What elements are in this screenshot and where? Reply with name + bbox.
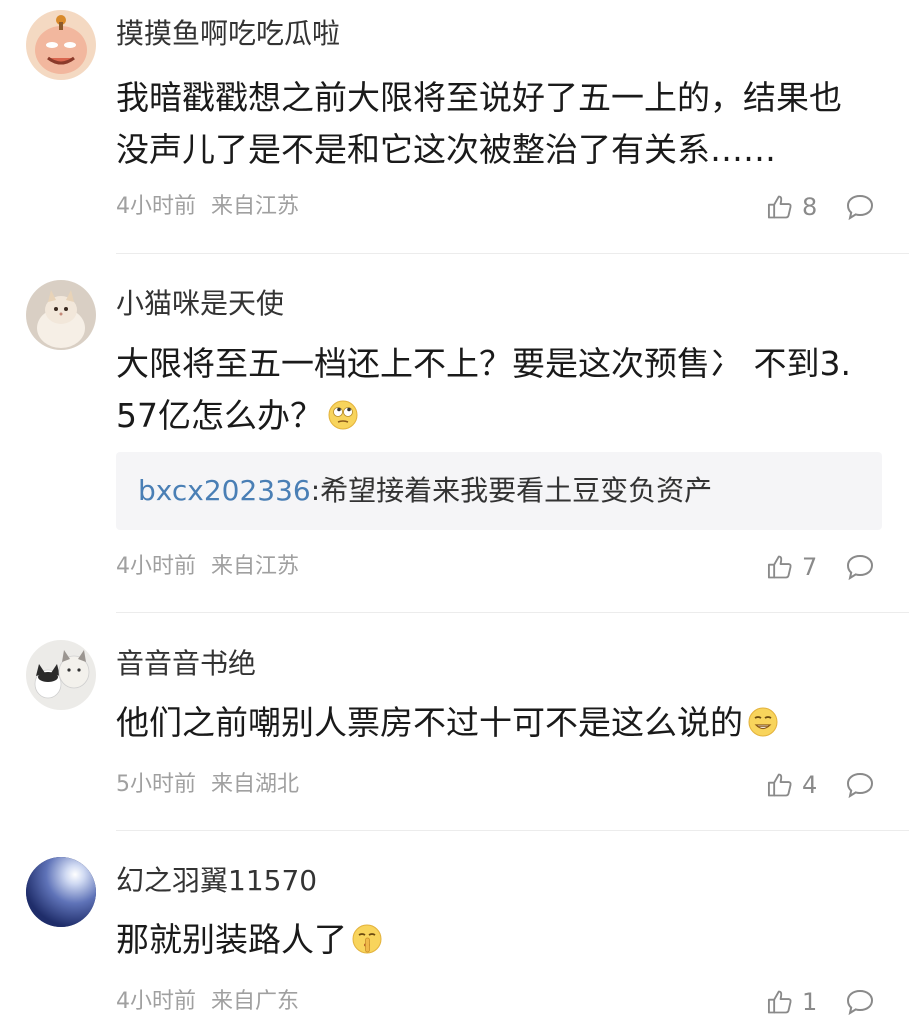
shush-emoji: [352, 924, 382, 954]
comment-text: 我暗戳戳想之前大限将至说好了五一上的，结果也没声儿了是不是和它这次被整治了有关系…: [116, 78, 842, 169]
fluffy-cat-avatar[interactable]: [26, 280, 96, 350]
timestamp: 4小时前: [116, 989, 196, 1014]
eye-roll-emoji: [328, 400, 358, 430]
like-button[interactable]: 4: [766, 770, 817, 800]
like-button[interactable]: 8: [766, 192, 817, 222]
cartoon-face-avatar[interactable]: [26, 10, 96, 80]
comment-feed: 摸摸鱼啊吃吃瓜啦 我暗戳戳想之前大限将至说好了五一上的，结果也没声儿了是不是和它…: [0, 0, 909, 1024]
comment-meta: 5小时前 来自湖北: [116, 770, 299, 800]
comment-meta: 4小时前 来自江苏: [116, 192, 299, 222]
timestamp: 4小时前: [116, 554, 196, 579]
thumbs-up-icon: [767, 773, 792, 797]
comment-divider: [116, 253, 909, 254]
reply-username[interactable]: bxcx202336: [138, 474, 311, 507]
two-cats-avatar[interactable]: [26, 640, 96, 710]
username[interactable]: 小猫咪是天使: [116, 286, 284, 322]
location: 来自江苏: [211, 554, 300, 579]
comment-text: 那就别装路人了: [116, 914, 868, 966]
username[interactable]: 幻之羽翼11570: [116, 863, 317, 899]
comment-text: 他们之前嘲别人票房不过十可不是这么说的: [116, 697, 868, 749]
username[interactable]: 摸摸鱼啊吃吃瓜啦: [116, 16, 340, 52]
comment-bubble-icon[interactable]: [845, 988, 875, 1016]
comment-divider: [116, 612, 909, 613]
comment-bubble-icon[interactable]: [845, 553, 875, 581]
like-count: 4: [802, 771, 818, 799]
timestamp: 5小时前: [116, 772, 196, 797]
location: 来自湖北: [211, 772, 300, 797]
thumbs-up-icon: [767, 990, 792, 1014]
username[interactable]: 音音音书绝: [116, 646, 256, 682]
timestamp: 4小时前: [116, 194, 196, 219]
location: 来自江苏: [211, 194, 300, 219]
like-button[interactable]: 7: [766, 552, 817, 582]
comment-text-content: 那就别装路人了: [116, 920, 347, 959]
thumbs-up-icon: [767, 195, 792, 219]
comment-text: 大限将至五一档还上不上？要是这次预售冫 不到3.57亿怎么办？: [116, 338, 868, 442]
comment-text-content: 他们之前嘲别人票房不过十可不是这么说的: [116, 703, 743, 742]
like-button[interactable]: 1: [766, 987, 817, 1017]
comment-divider: [116, 830, 909, 831]
comment-meta: 4小时前 来自广东: [116, 987, 299, 1017]
like-count: 1: [802, 988, 818, 1016]
like-count: 7: [802, 553, 818, 581]
location: 来自广东: [211, 989, 300, 1014]
comment-bubble-icon[interactable]: [845, 771, 875, 799]
comment-text-content: 大限将至五一档还上不上？要是这次预售冫 不到3.57亿怎么办？: [116, 344, 851, 435]
thumbs-up-icon: [767, 555, 792, 579]
blue-sphere-avatar[interactable]: [26, 857, 96, 927]
comment-meta: 4小时前 来自江苏: [116, 552, 299, 582]
reply-preview[interactable]: bxcx202336:希望接着来我要看土豆变负资产: [116, 452, 882, 530]
comment-bubble-icon[interactable]: [845, 193, 875, 221]
like-count: 8: [802, 193, 818, 221]
reply-text: :希望接着来我要看土豆变负资产: [310, 474, 713, 507]
smirk-emoji: [748, 707, 778, 737]
